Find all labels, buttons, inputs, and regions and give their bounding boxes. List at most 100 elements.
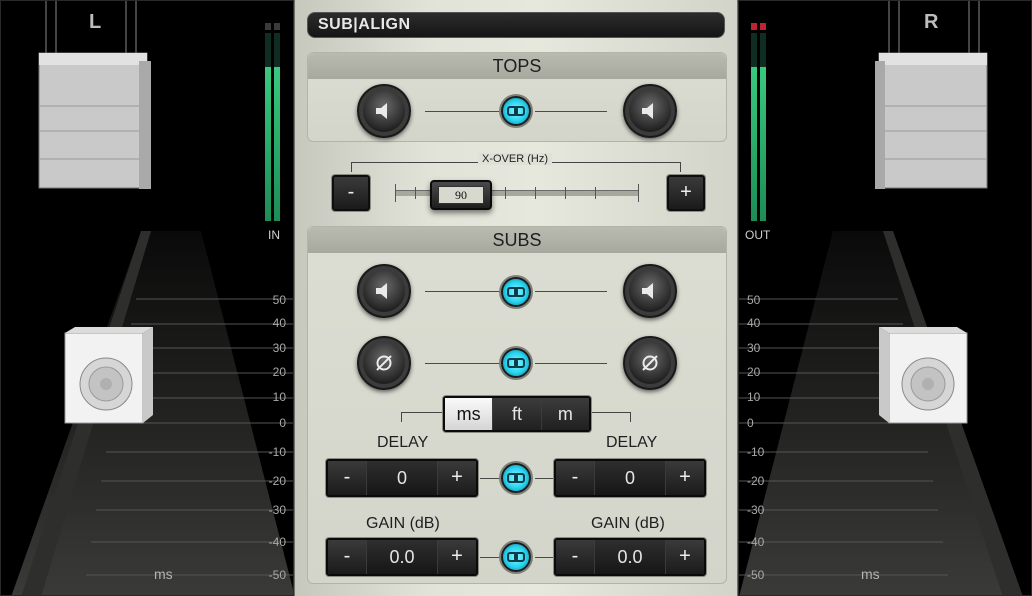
unit-ms-button[interactable]: ms	[445, 398, 494, 430]
channel-letter-left: L	[89, 11, 102, 33]
scale-tick-label: 20	[747, 365, 761, 379]
link-line	[480, 478, 500, 479]
scale-tick-label: 50	[272, 293, 286, 307]
gain-right-stepper[interactable]: - 0.0 +	[554, 538, 706, 576]
unit-m-button[interactable]: m	[541, 398, 589, 430]
scale-tick-label: 30	[272, 341, 286, 355]
tops-mute-left-button[interactable]	[357, 84, 411, 138]
link-icon	[507, 358, 525, 368]
subs-mute-right-button[interactable]	[623, 264, 677, 318]
scale-tick-label: -50	[747, 568, 765, 582]
scale-tick-label: -30	[747, 503, 765, 517]
link-line	[535, 363, 607, 364]
clip-indicator	[751, 23, 757, 30]
xover-decrease-button[interactable]: -	[332, 175, 370, 211]
scale-tick-label: -10	[747, 445, 765, 459]
clip-indicator	[265, 23, 271, 30]
delay-unit-selector[interactable]: ms ft m	[443, 396, 591, 432]
link-line	[425, 363, 501, 364]
gain-label-left: GAIN (dB)	[366, 515, 440, 532]
meter-fill-l	[265, 66, 271, 221]
link-line	[535, 291, 607, 292]
slider-tick	[535, 187, 536, 199]
output-meter	[751, 23, 769, 223]
slider-tick	[395, 184, 396, 202]
scale-tick-label: 50	[747, 293, 761, 307]
scale-tick-label: 30	[747, 341, 761, 355]
xover-increase-button[interactable]: +	[667, 175, 705, 211]
delay-left-decrease-button[interactable]: -	[328, 461, 366, 495]
link-icon	[507, 473, 525, 483]
scale-tick-label: -30	[268, 503, 286, 517]
app-title: SUB|ALIGN	[318, 16, 411, 33]
slider-tick	[638, 184, 639, 202]
delay-left-value[interactable]: 0	[366, 461, 438, 495]
speaker-icon	[642, 283, 653, 299]
delay-left-stepper[interactable]: - 0 +	[326, 459, 478, 497]
scale-unit-right: ms	[861, 566, 880, 582]
subs-heading: SUBS	[308, 227, 726, 253]
scale-tick-label: 40	[272, 316, 286, 330]
tops-mute-right-button[interactable]	[623, 84, 677, 138]
stage-floor-graphic	[11, 1, 293, 595]
units-bracket	[401, 412, 443, 422]
link-icon	[507, 287, 525, 297]
phase-invert-icon	[376, 355, 392, 371]
preset-title-bar[interactable]: SUB|ALIGN	[307, 12, 725, 38]
gain-right-decrease-button[interactable]: -	[556, 540, 594, 574]
scale-tick-label: 0	[279, 416, 286, 430]
scale-unit-left: ms	[154, 566, 173, 582]
gain-right-value[interactable]: 0.0	[594, 540, 666, 574]
link-line	[480, 557, 500, 558]
link-line	[535, 557, 554, 558]
sub-speaker-graphic	[879, 327, 968, 424]
xover-slider-thumb[interactable]: 90	[430, 180, 492, 210]
delay-right-stepper[interactable]: - 0 +	[554, 459, 706, 497]
xover-value: 90	[438, 186, 484, 204]
scale-tick-label: 10	[747, 390, 761, 404]
delay-label-left: DELAY	[377, 434, 429, 451]
gain-link-button[interactable]	[501, 542, 531, 572]
scale-tick-label: 0	[747, 416, 754, 430]
subs-mute-left-button[interactable]	[357, 264, 411, 318]
control-panel: SUB|ALIGN TOPS X-OVER (Hz) - 90 + SUBS m…	[294, 0, 738, 596]
link-line	[535, 111, 607, 112]
gain-left-increase-button[interactable]: +	[438, 540, 476, 574]
subs-phase-link-button[interactable]	[501, 348, 531, 378]
channel-letter-right: R	[924, 11, 939, 33]
delay-label-right: DELAY	[606, 434, 658, 451]
gain-right-increase-button[interactable]: +	[666, 540, 704, 574]
delay-right-value[interactable]: 0	[594, 461, 666, 495]
scale-tick-label: 20	[272, 365, 286, 379]
meter-fill-r	[760, 66, 766, 221]
speaker-icon	[376, 283, 387, 299]
tops-link-button[interactable]	[501, 96, 531, 126]
speaker-icon	[376, 103, 387, 119]
speaker-icon	[642, 103, 653, 119]
scale-tick-label: 10	[272, 390, 286, 404]
left-channel-panel: L IN 50 40 30 20 10 0 -10 -20 -30 -40 -5…	[0, 0, 294, 596]
scale-tick-label: 40	[747, 316, 761, 330]
tops-heading: TOPS	[308, 53, 726, 79]
subs-mute-link-button[interactable]	[501, 277, 531, 307]
input-meter	[265, 23, 283, 223]
subs-phase-right-button[interactable]	[623, 336, 677, 390]
delay-link-button[interactable]	[501, 463, 531, 493]
delay-left-increase-button[interactable]: +	[438, 461, 476, 495]
gain-left-value[interactable]: 0.0	[366, 540, 438, 574]
subs-phase-left-button[interactable]	[357, 336, 411, 390]
clip-indicator	[760, 23, 766, 30]
gain-left-decrease-button[interactable]: -	[328, 540, 366, 574]
scale-tick-label: -40	[268, 535, 286, 549]
units-bracket	[591, 412, 631, 422]
scale-tick-label: -20	[268, 474, 286, 488]
meter-fill-r	[274, 66, 280, 221]
unit-ft-button[interactable]: ft	[493, 398, 542, 430]
out-label: OUT	[745, 228, 771, 242]
in-label: IN	[268, 228, 280, 242]
delay-right-decrease-button[interactable]: -	[556, 461, 594, 495]
gain-left-stepper[interactable]: - 0.0 +	[326, 538, 478, 576]
delay-right-increase-button[interactable]: +	[666, 461, 704, 495]
link-line	[535, 478, 554, 479]
scale-tick-label: -20	[747, 474, 765, 488]
